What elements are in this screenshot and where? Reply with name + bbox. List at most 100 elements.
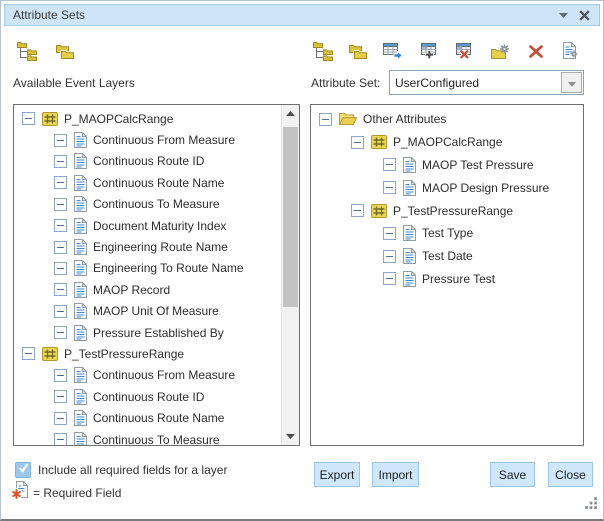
tree-expander-icon[interactable] [383, 250, 396, 263]
tree-expander-icon[interactable] [319, 113, 332, 126]
tree-item-label: Document Maturity Index [93, 219, 226, 233]
tree-item[interactable]: Other Attributes [311, 108, 583, 131]
event-table-icon [42, 112, 58, 126]
scrollbar-track[interactable] [281, 105, 299, 445]
scroll-up-icon[interactable] [282, 105, 299, 122]
tree-item[interactable]: Continuous To Measure [14, 429, 282, 446]
tree-item-label: Continuous To Measure [93, 433, 220, 446]
tree-expander-icon[interactable] [22, 347, 35, 360]
tree-expander-icon[interactable] [54, 369, 67, 382]
tree-item[interactable]: P_TestPressureRange [311, 199, 583, 222]
tree-expander-icon[interactable] [54, 262, 67, 275]
close-icon[interactable] [579, 10, 590, 21]
attribute-set-combobox[interactable]: UserConfigured [389, 70, 584, 95]
folder-open-icon [339, 112, 357, 126]
tree-item[interactable]: Continuous Route Name [14, 407, 282, 428]
field-doc-icon [74, 132, 87, 148]
tree-expander-icon[interactable] [54, 241, 67, 254]
tree-item[interactable]: P_MAOPCalcRange [14, 108, 282, 129]
tree-item[interactable]: MAOP Record [14, 279, 282, 300]
combobox-arrow-button[interactable] [561, 72, 582, 93]
titlebar: Attribute Sets [4, 4, 600, 26]
table-add-icon[interactable] [417, 39, 441, 63]
chevron-down-icon[interactable] [559, 13, 568, 18]
tree-item-label: P_MAOPCalcRange [393, 135, 502, 149]
scrollbar-thumb[interactable] [283, 127, 298, 307]
tree-item[interactable]: Test Date [311, 245, 583, 268]
field-doc-icon [74, 367, 87, 383]
tree-item[interactable]: Continuous To Measure [14, 194, 282, 215]
save-button[interactable]: Save [490, 462, 535, 487]
tree-item[interactable]: P_TestPressureRange [14, 343, 282, 364]
tree-expander-icon[interactable] [351, 204, 364, 217]
tree-item-label: MAOP Design Pressure [422, 181, 549, 195]
field-doc-icon [403, 248, 416, 264]
tree-item-label: Continuous Route ID [93, 154, 204, 168]
copy-folders-icon[interactable] [53, 39, 77, 63]
tree-item[interactable]: Pressure Test [311, 268, 583, 291]
scroll-down-icon[interactable] [282, 428, 299, 445]
event-table-icon [371, 204, 387, 218]
field-doc-icon [403, 271, 416, 287]
tree-expander-icon[interactable] [54, 412, 67, 425]
tree-expander-icon[interactable] [54, 219, 67, 232]
tree-expander-icon[interactable] [54, 198, 67, 211]
tree-expander-icon[interactable] [22, 112, 35, 125]
tree-item[interactable]: Continuous Route ID [14, 386, 282, 407]
tree-expander-icon[interactable] [383, 227, 396, 240]
event-table-icon [42, 347, 58, 361]
tree-item[interactable]: Engineering To Route Name [14, 258, 282, 279]
include-required-fields-label: Include all required fields for a layer [38, 463, 227, 477]
tree-item-label: Pressure Established By [93, 326, 224, 340]
folder-gear-icon[interactable] [488, 39, 512, 63]
tree-expander-icon[interactable] [54, 305, 67, 318]
tree-item-label: Continuous From Measure [93, 133, 235, 147]
tree-expander-icon[interactable] [54, 326, 67, 339]
tree-item[interactable]: P_MAOPCalcRange [311, 131, 583, 154]
tree-item[interactable]: Continuous From Measure [14, 129, 282, 150]
attribute-set-tree: Other Attributes P_MAOPCalcRange MAOP Test… [311, 105, 583, 445]
tree-item[interactable]: MAOP Design Pressure [311, 176, 583, 199]
tree-item-label: Continuous Route ID [93, 390, 204, 404]
tree-expander-icon[interactable] [383, 181, 396, 194]
tree-item-label: Pressure Test [422, 272, 495, 286]
tree-item-label: Continuous Route Name [93, 411, 224, 425]
tree-item[interactable]: Continuous Route Name [14, 172, 282, 193]
tree-item[interactable]: Pressure Established By [14, 322, 282, 343]
tree-item[interactable]: MAOP Test Pressure [311, 154, 583, 177]
copy-folders-icon[interactable] [346, 39, 370, 63]
report-settings-icon[interactable] [559, 39, 583, 63]
tree-item[interactable]: Continuous Route ID [14, 151, 282, 172]
delete-x-icon[interactable] [524, 39, 548, 63]
field-doc-icon [74, 218, 87, 234]
table-export-icon[interactable] [382, 39, 406, 63]
include-required-fields-checkbox[interactable] [15, 462, 31, 478]
available-layers-tree: P_MAOPCalcRange Continuous From Measure Co… [14, 105, 282, 445]
tree-expander-icon[interactable] [54, 390, 67, 403]
tree-item[interactable]: Continuous From Measure [14, 365, 282, 386]
tree-item[interactable]: Document Maturity Index [14, 215, 282, 236]
export-button[interactable]: Export [314, 462, 360, 487]
tree-expander-icon[interactable] [351, 136, 364, 149]
tree-item[interactable]: MAOP Unit Of Measure [14, 301, 282, 322]
folder-tree-icon[interactable] [311, 39, 335, 63]
tree-expander-icon[interactable] [383, 158, 396, 171]
available-event-layers-label: Available Event Layers [13, 76, 135, 90]
table-remove-icon[interactable] [453, 39, 477, 63]
tree-expander-icon[interactable] [54, 433, 67, 446]
tree-expander-icon[interactable] [54, 134, 67, 147]
tree-expander-icon[interactable] [54, 176, 67, 189]
tree-item[interactable]: Test Type [311, 222, 583, 245]
tree-item[interactable]: Engineering Route Name [14, 236, 282, 257]
folder-tree-icon[interactable] [15, 39, 39, 63]
field-doc-icon [74, 389, 87, 405]
tree-expander-icon[interactable] [54, 283, 67, 296]
close-button[interactable]: Close [548, 462, 593, 487]
tree-item-label: Continuous Route Name [93, 176, 224, 190]
window-title: Attribute Sets [13, 8, 85, 22]
tree-expander-icon[interactable] [54, 155, 67, 168]
tree-item-label: Other Attributes [363, 112, 446, 126]
tree-expander-icon[interactable] [383, 272, 396, 285]
resize-grip[interactable] [585, 497, 598, 515]
import-button[interactable]: Import [372, 462, 419, 487]
